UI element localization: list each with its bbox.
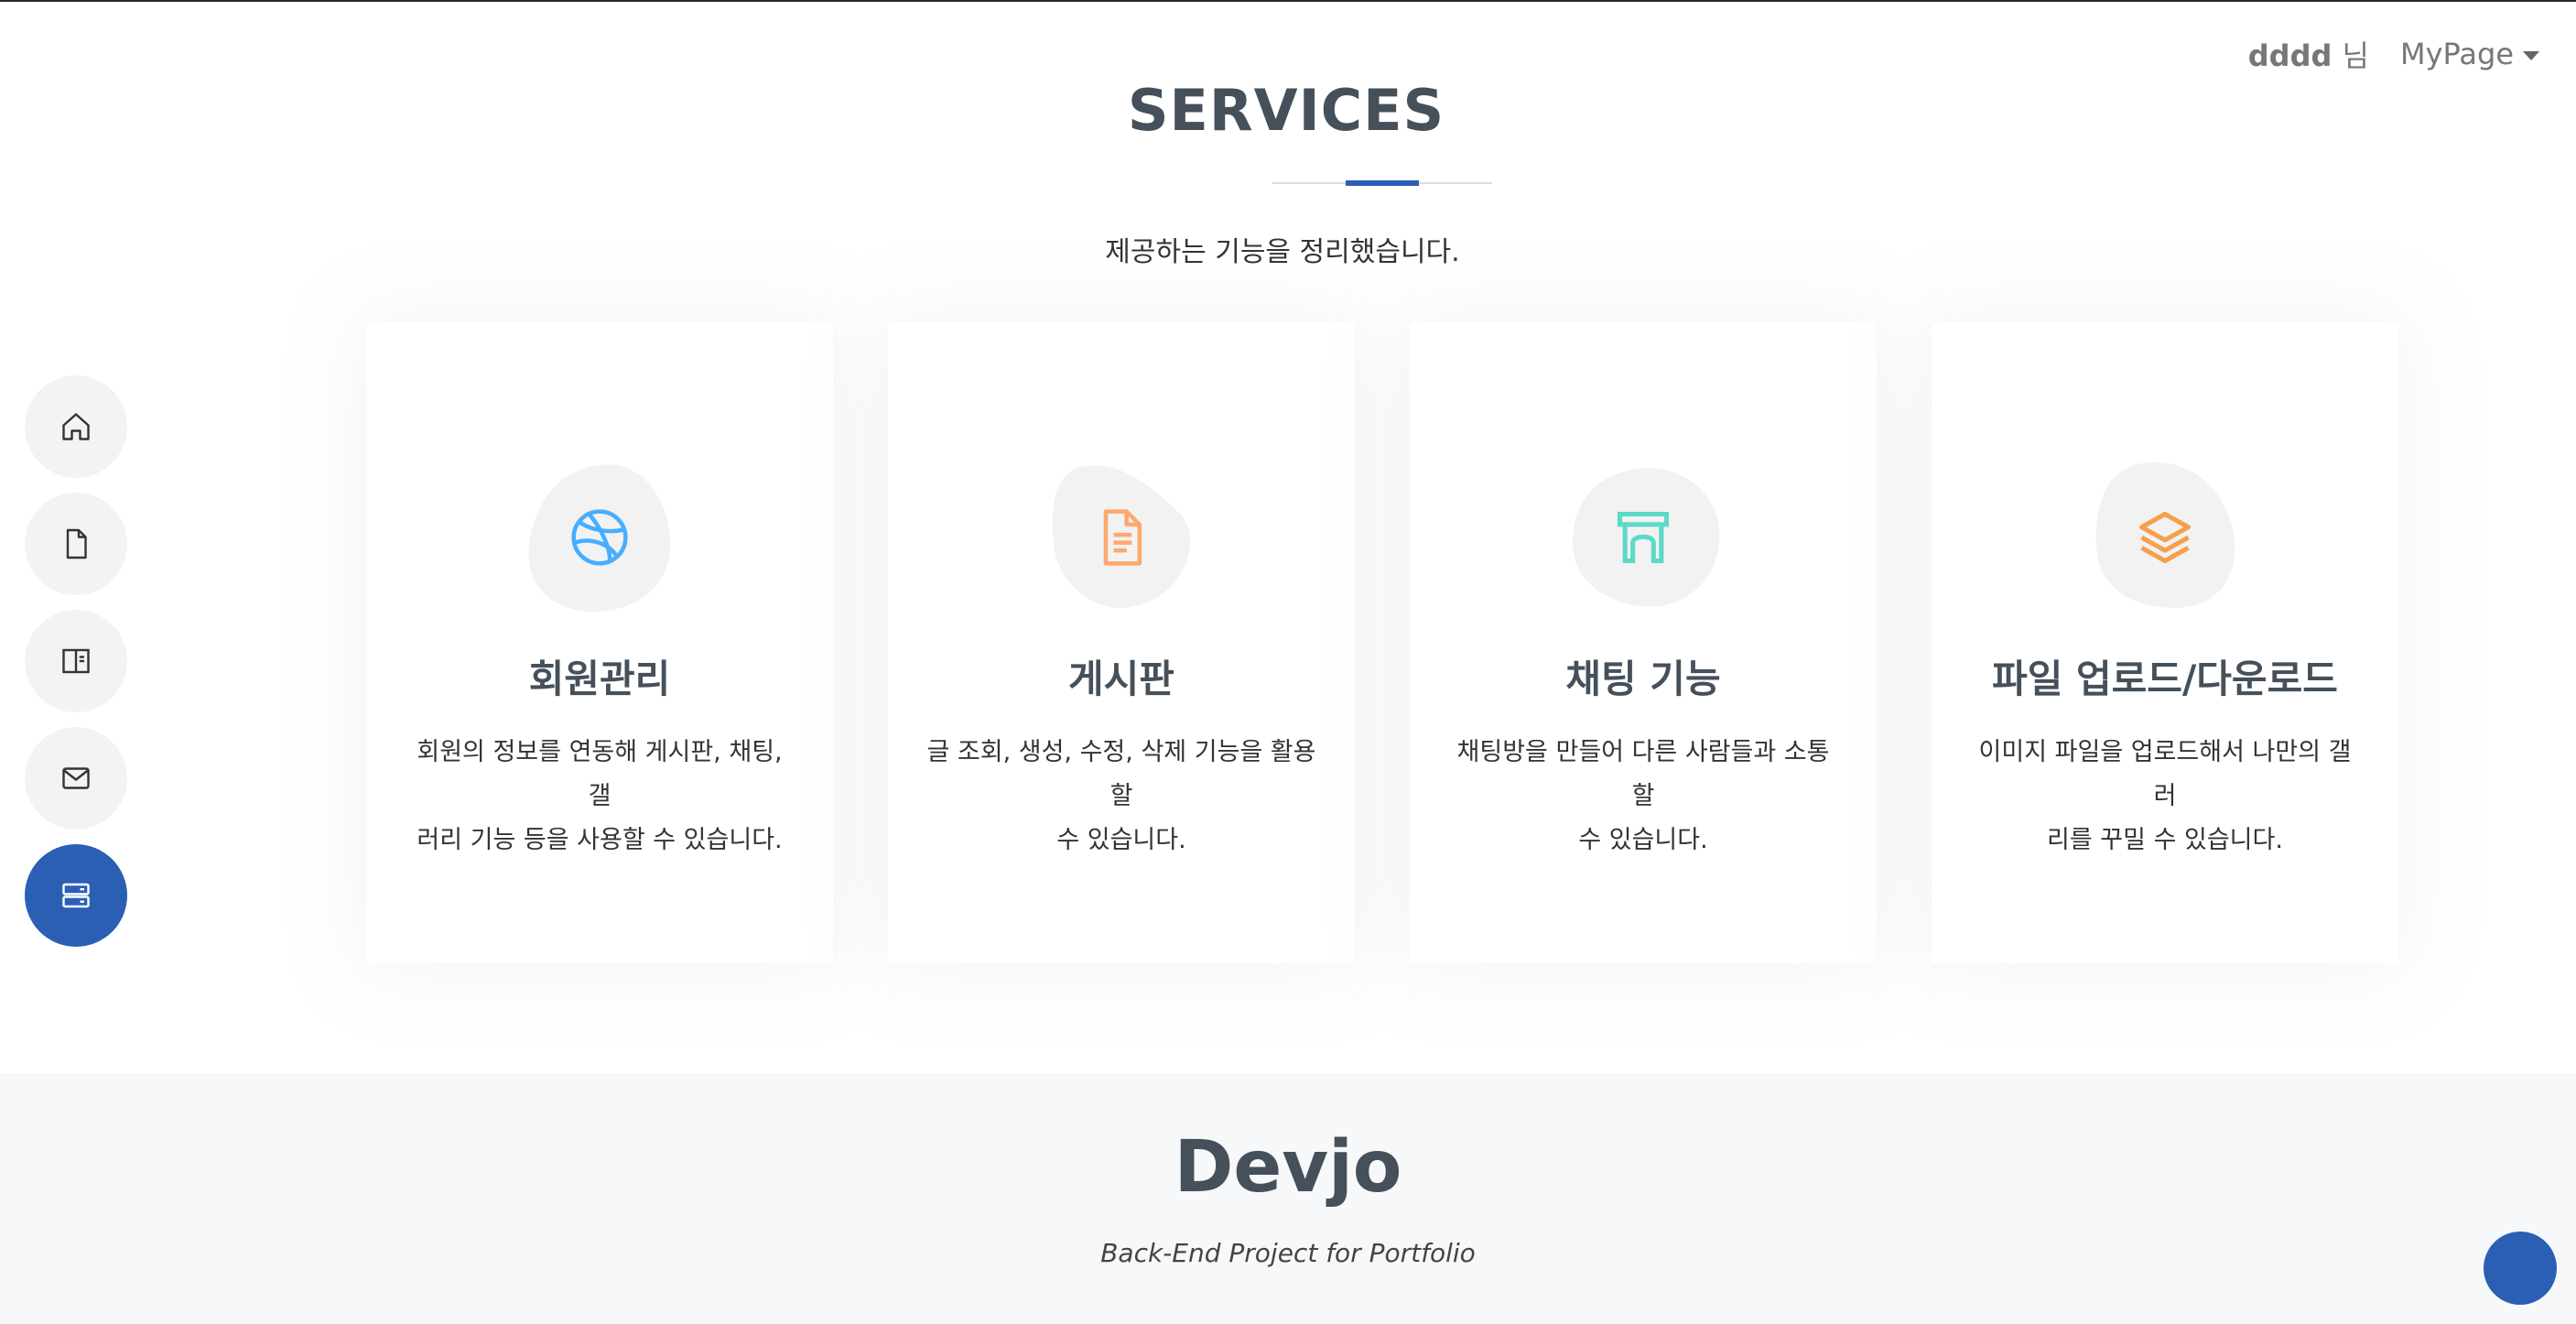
card-description: 글 조회, 생성, 수정, 삭제 기능을 활용할 수 있습니다.: [925, 731, 1318, 863]
footer-tagline: Back-End Project for Portfolio: [1100, 1238, 1476, 1268]
back-to-top-button[interactable]: [2484, 1232, 2557, 1305]
arch-icon: [1617, 511, 1670, 564]
icon-blob: [1565, 460, 1721, 615]
title-accent-bar: [1346, 180, 1419, 186]
dribbble-icon: [571, 509, 628, 566]
card-title: 파일 업로드/다운로드: [1992, 657, 2338, 701]
section-description: 제공하는 기능을 정리했습니다.: [1105, 236, 1460, 268]
nav-file-button[interactable]: [25, 493, 127, 595]
card-title: 채팅 기능: [1565, 657, 1721, 701]
file-icon: [66, 528, 87, 559]
card-description: 이미지 파일을 업로드해서 나만의 갤러 리를 꾸밀 수 있습니다.: [1968, 731, 2362, 863]
icon-blob: [522, 460, 677, 615]
side-navigation: [25, 375, 127, 947]
nav-home-button[interactable]: [25, 375, 127, 478]
card-desc-line: 러리 기능 등을 사용할 수 있습니다.: [417, 826, 783, 854]
card-description: 회원의 정보를 연동해 게시판, 채팅, 갤 러리 기능 등을 사용할 수 있습…: [403, 731, 796, 863]
card-title: 회원관리: [528, 657, 671, 701]
service-card: 파일 업로드/다운로드 이미지 파일을 업로드해서 나만의 갤러 리를 꾸밀 수…: [1932, 322, 2398, 963]
book-icon: [62, 648, 90, 674]
home-icon: [62, 413, 90, 440]
footer-brand: Devjo: [1174, 1126, 1402, 1209]
server-icon: [62, 883, 90, 908]
card-desc-line: 글 조회, 생성, 수정, 삭제 기능을 활용할: [926, 738, 1316, 810]
user-area: dddd 님 MyPage: [2248, 33, 2539, 75]
chevron-down-icon: [2523, 51, 2539, 60]
card-title: 게시판: [1068, 657, 1174, 701]
card-desc-line: 이미지 파일을 업로드해서 나만의 갤러: [1978, 738, 2352, 810]
card-desc-line: 회원의 정보를 연동해 게시판, 채팅, 갤: [417, 738, 783, 810]
nav-book-button[interactable]: [25, 610, 127, 712]
section-title: SERVICES: [1127, 77, 1445, 144]
footer: Devjo Back-End Project for Portfolio: [0, 1073, 2576, 1324]
icon-blob: [1044, 460, 1199, 615]
nav-services-button[interactable]: [25, 844, 127, 947]
file-text-icon: [1103, 509, 1142, 566]
service-card: 채팅 기능 채팅방을 만들어 다른 사람들과 소통할 수 있습니다.: [1410, 322, 1877, 963]
card-desc-line: 리를 꾸밀 수 있습니다.: [2047, 826, 2283, 854]
service-card: 게시판 글 조회, 생성, 수정, 삭제 기능을 활용할 수 있습니다.: [888, 322, 1355, 963]
services-grid: 회원관리 회원의 정보를 연동해 게시판, 채팅, 갤 러리 기능 등을 사용할…: [366, 322, 2398, 963]
card-description: 채팅방을 만들어 다른 사람들과 소통할 수 있습니다.: [1446, 731, 1840, 863]
username-text: dddd: [2247, 38, 2332, 73]
envelope-icon: [62, 767, 90, 789]
mypage-dropdown[interactable]: MyPage: [2400, 37, 2539, 71]
top-border: [0, 0, 2576, 2]
nav-contact-button[interactable]: [25, 727, 127, 830]
service-card: 회원관리 회원의 정보를 연동해 게시판, 채팅, 갤 러리 기능 등을 사용할…: [366, 322, 833, 963]
username: dddd 님: [2248, 33, 2369, 75]
icon-blob: [2087, 460, 2243, 615]
card-desc-line: 수 있습니다.: [1056, 826, 1186, 854]
card-desc-line: 수 있습니다.: [1578, 826, 1708, 854]
username-suffix: 님: [2342, 38, 2369, 73]
mypage-label: MyPage: [2399, 37, 2514, 71]
layers-icon: [2138, 511, 2192, 564]
card-desc-line: 채팅방을 만들어 다른 사람들과 소통할: [1456, 738, 1830, 810]
